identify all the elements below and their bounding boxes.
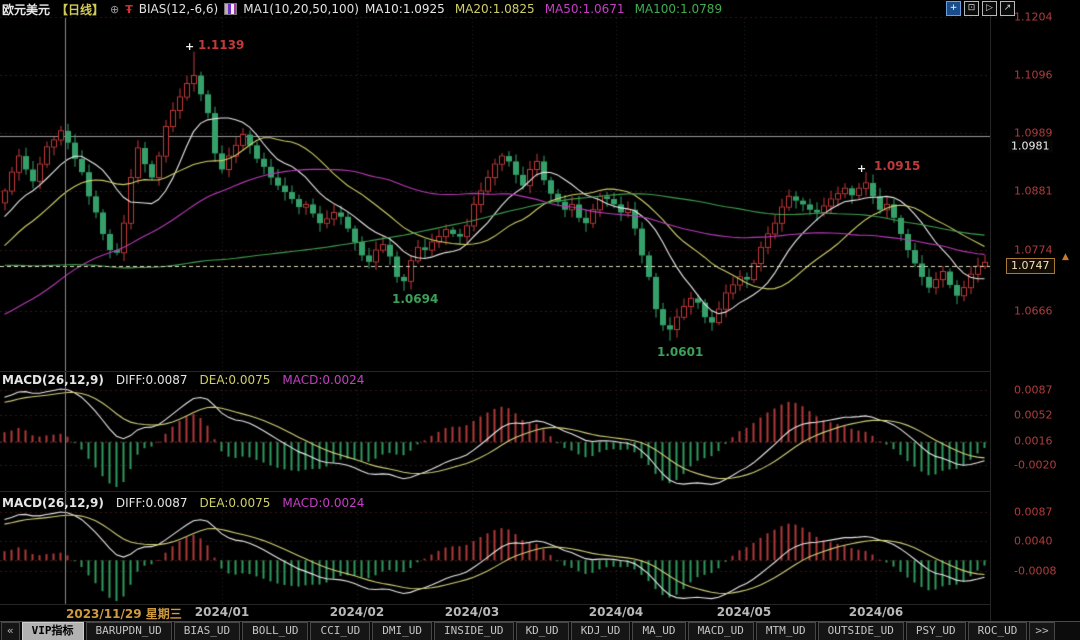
month-label-2024/04: 2024/04 — [588, 605, 644, 619]
macd-header-1: MACD(26,12,9) DIFF:0.0087 DEA:0.0075 MACD:0… — [2, 373, 364, 387]
tab-KD_UD[interactable]: KD_UD — [515, 622, 569, 640]
tab-VIP指标[interactable]: VIP指标 — [21, 622, 84, 640]
panel-separator — [0, 371, 990, 372]
macd-diff-value: DIFF:0.0087 — [115, 373, 188, 387]
pane-prev-icon[interactable]: ⊡ — [964, 1, 979, 16]
ma-group-label: MA1(10,20,50,100) — [243, 2, 359, 16]
macd-macd-value: MACD:0.0024 — [282, 496, 365, 510]
month-label-2024/02: 2024/02 — [329, 605, 385, 619]
macd1-tick-0.0052: 0.0052 — [1014, 408, 1053, 422]
bias-indicator-label: BIAS(12,-6,6) — [138, 2, 219, 16]
ma-value-3: MA50:1.0671 — [544, 2, 625, 16]
chart-header: 欧元美元 【日线】 ⊕ Ŧ BIAS(12,-6,6) MA1(10,20,50… — [0, 0, 1080, 18]
macd-title: MACD(26,12,9) — [2, 373, 104, 387]
tab-MTM_UD[interactable]: MTM_UD — [755, 622, 816, 640]
tab-DMI_UD[interactable]: DMI_UD — [372, 622, 432, 640]
price-tick-1.0666: 1.0666 — [1014, 304, 1053, 318]
panel-separator — [0, 491, 990, 492]
macd2-tick-0.0087: 0.0087 — [1014, 505, 1053, 519]
pin-icon[interactable]: Ŧ — [125, 3, 133, 16]
extreme-marker: + — [857, 162, 867, 175]
price-annotation-1.1139: 1.1139 — [198, 38, 245, 52]
crosshair-move-icon[interactable]: + — [946, 1, 961, 16]
month-label-2024/06: 2024/06 — [848, 605, 904, 619]
trading-app: 欧元美元 【日线】 ⊕ Ŧ BIAS(12,-6,6) MA1(10,20,50… — [0, 0, 1080, 640]
extreme-marker: + — [185, 40, 195, 53]
price-up-arrow-icon: ▲ — [1062, 252, 1069, 262]
tab-OUTSIDE_UD[interactable]: OUTSIDE_UD — [817, 622, 904, 640]
price-annotation-1.0915: 1.0915 — [874, 159, 921, 173]
crosshair-date-label: 2023/11/29 星期三 — [66, 607, 182, 621]
add-indicator-icon[interactable]: ⊕ — [110, 3, 119, 16]
macd2-tick-0.0040: 0.0040 — [1014, 534, 1053, 548]
tab-PSY_UD[interactable]: PSY_UD — [905, 622, 966, 640]
month-label-2024/01: 2024/01 — [194, 605, 250, 619]
ma-value-2: MA20:1.0825 — [454, 2, 535, 16]
chart-toolbar: + ⊡ ▷ ↗ — [946, 1, 1015, 16]
current-price-label: 1.0747 — [1006, 258, 1055, 274]
macd-diff-value: DIFF:0.0087 — [115, 496, 188, 510]
tab-MACD_UD[interactable]: MACD_UD — [687, 622, 754, 640]
macd-macd-value: MACD:0.0024 — [282, 373, 365, 387]
prev-close-label: 1.0981 — [1008, 139, 1053, 153]
pane-next-icon[interactable]: ▷ — [982, 1, 997, 16]
indicator-tab-bar: «VIP指标 BARUPDN_UD BIAS_UD BOLL_UD CCI_UD DMI_… — [0, 621, 1080, 640]
symbol-name: 欧元美元 — [2, 2, 51, 17]
tab-BIAS_UD[interactable]: BIAS_UD — [173, 622, 241, 640]
price-annotation-1.0601: 1.0601 — [657, 345, 704, 359]
macd1-tick-0.0087: 0.0087 — [1014, 383, 1053, 397]
ma-value-4: MA100:1.0789 — [634, 2, 723, 16]
macd-dea-value: DEA:0.0075 — [199, 496, 271, 510]
price-tick-1.0881: 1.0881 — [1014, 184, 1053, 198]
axis-separator — [990, 0, 991, 621]
price-tick-1.1096: 1.1096 — [1014, 68, 1053, 82]
macd1-tick-0.0016: 0.0016 — [1014, 434, 1053, 448]
month-label-2024/05: 2024/05 — [716, 605, 772, 619]
period-label: 【日线】 — [56, 2, 105, 17]
macd2-tick--0.0008: -0.0008 — [1014, 564, 1057, 578]
tab-BOLL_UD[interactable]: BOLL_UD — [242, 622, 309, 640]
tab-KDJ_UD[interactable]: KDJ_UD — [570, 622, 631, 640]
tab-CCI_UD[interactable]: CCI_UD — [310, 622, 371, 640]
macd-title: MACD(26,12,9) — [2, 496, 104, 510]
kline-icon[interactable] — [224, 3, 238, 15]
ma-values: MA10:1.0925 MA20:1.0825 MA50:1.0671 MA100:1… — [365, 2, 722, 16]
tabs-scroll-left[interactable]: « — [1, 622, 20, 640]
tab-INSIDE_UD[interactable]: INSIDE_UD — [433, 622, 514, 640]
date-axis: 2023/11/29 星期三 2024/01 2024/02 2024/03 2024… — [0, 605, 1080, 621]
pane-popout-icon[interactable]: ↗ — [1000, 1, 1015, 16]
macd-header-2: MACD(26,12,9) DIFF:0.0087 DEA:0.0075 MACD:0… — [2, 496, 364, 510]
tab-BARUPDN_UD[interactable]: BARUPDN_UD — [85, 622, 172, 640]
tab-ROC_UD[interactable]: ROC_UD — [967, 622, 1028, 640]
price-tick-1.0774: 1.0774 — [1014, 243, 1053, 257]
macd-dea-value: DEA:0.0075 — [199, 373, 271, 387]
month-label-2024/03: 2024/03 — [444, 605, 500, 619]
chart-canvas[interactable] — [0, 0, 1080, 621]
price-tick-1.0989: 1.0989 — [1014, 126, 1053, 140]
tabs-more[interactable]: >> — [1029, 622, 1055, 640]
ma-value-1: MA10:1.0925 — [364, 2, 445, 16]
tab-MA_UD[interactable]: MA_UD — [632, 622, 686, 640]
macd1-tick--0.0020: -0.0020 — [1014, 458, 1057, 472]
price-annotation-1.0694: 1.0694 — [392, 292, 439, 306]
